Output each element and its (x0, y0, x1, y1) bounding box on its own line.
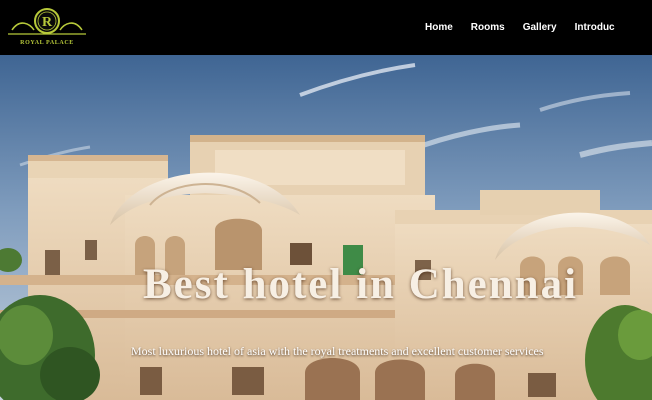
nav-link-introduction[interactable]: Introduc (575, 22, 615, 33)
logo-brand-name: ROYAL PALACE (20, 40, 74, 46)
nav-link-gallery[interactable]: Gallery (523, 22, 557, 33)
top-navigation-bar: R ROYAL PALACE Home Rooms Gallery Introd… (0, 0, 652, 55)
hero-banner: Best hotel in Chennai Most luxurious hot… (0, 55, 652, 400)
hero-subtitle: Most luxurious hotel of asia with the ro… (131, 344, 544, 358)
svg-text:R: R (42, 15, 53, 30)
main-nav: Home Rooms Gallery Introduc (425, 0, 652, 55)
hero-title: Best hotel in Chennai (143, 261, 579, 308)
nav-link-rooms[interactable]: Rooms (471, 22, 505, 33)
crown-emblem-icon: R (8, 8, 86, 35)
nav-link-home[interactable]: Home (425, 22, 453, 33)
hotel-logo[interactable]: R ROYAL PALACE (2, 4, 92, 52)
